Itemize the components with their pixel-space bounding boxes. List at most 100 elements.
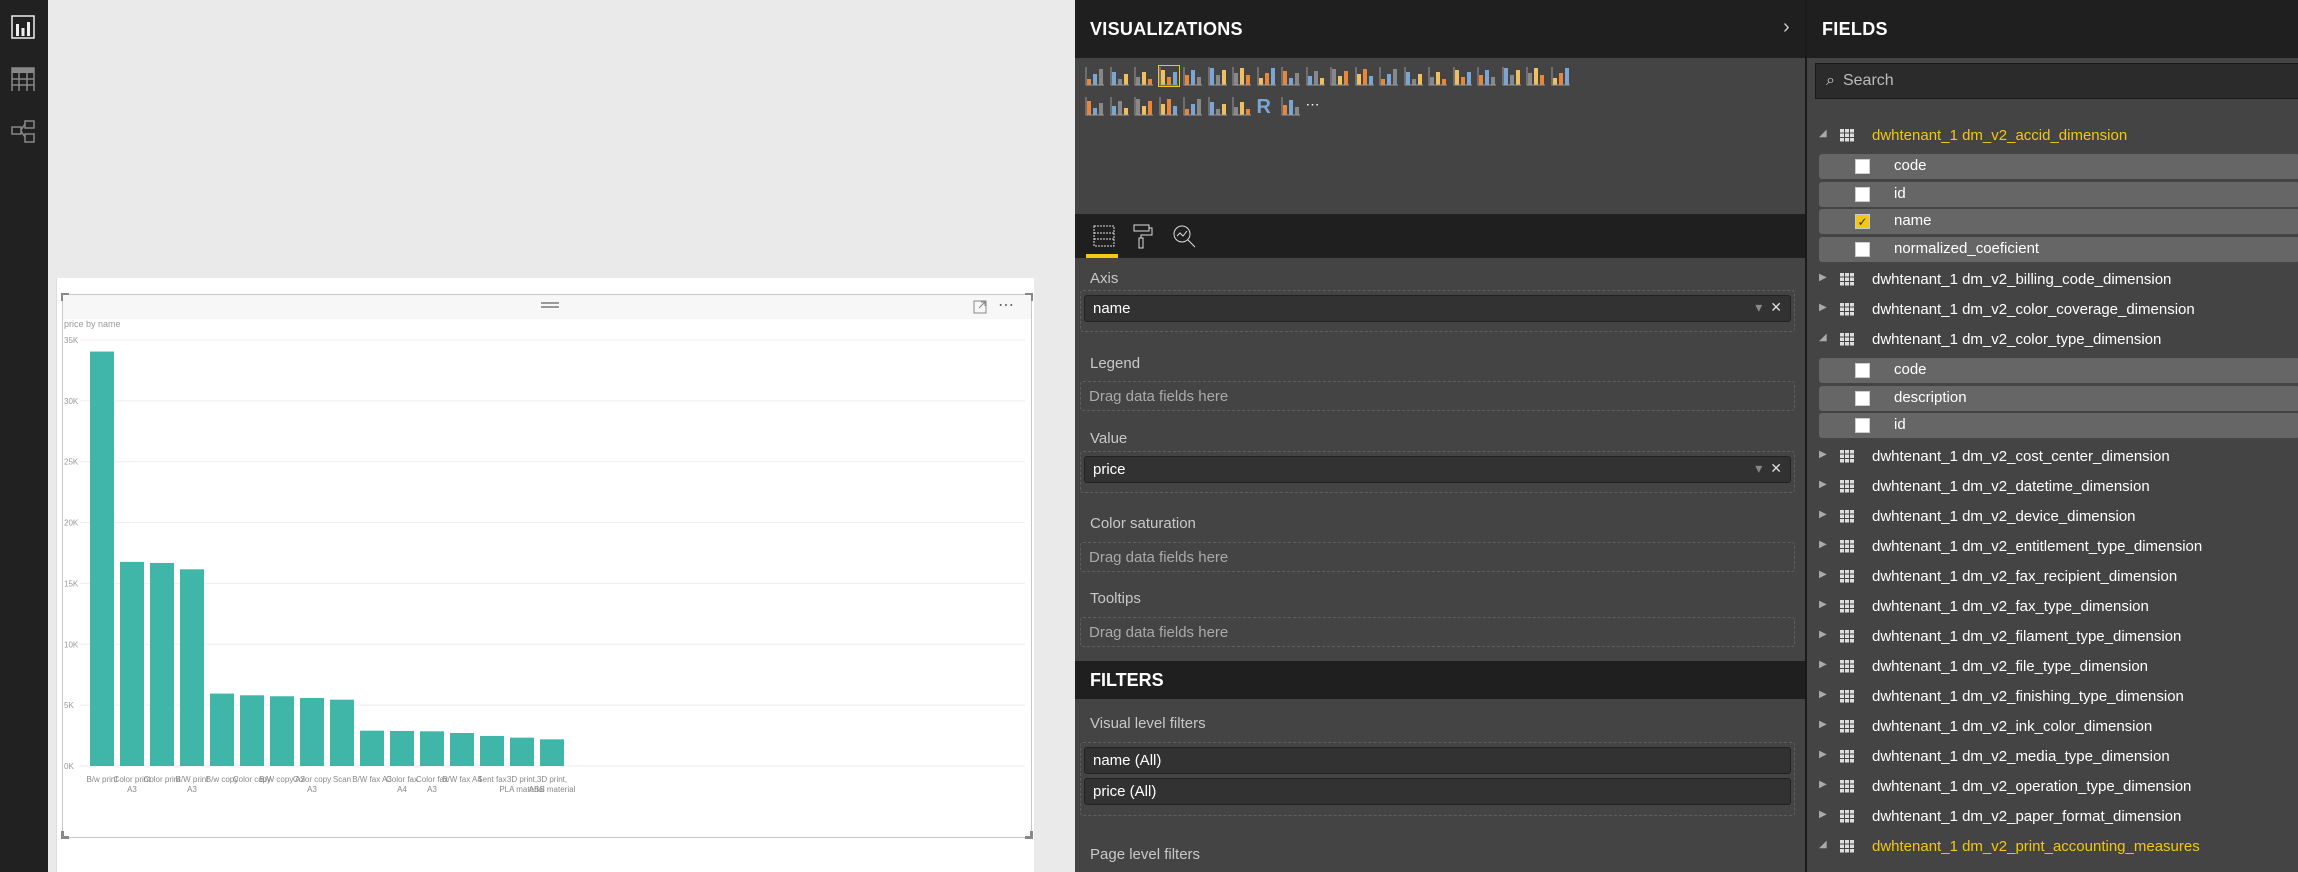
collapsed-triangle-icon[interactable]: ▶: [1819, 659, 1827, 670]
bar[interactable]: [480, 735, 504, 766]
value-field-pill[interactable]: price ▾ ✕: [1084, 456, 1791, 483]
field-checkbox[interactable]: ✓: [1855, 214, 1870, 229]
expanded-triangle-icon[interactable]: ◢: [1819, 128, 1827, 139]
treemap-icon[interactable]: [1477, 66, 1497, 86]
100-stacked-column-icon[interactable]: [1208, 66, 1228, 86]
collapsed-triangle-icon[interactable]: ▶: [1819, 449, 1827, 460]
table-item[interactable]: ▶ dwhtenant_1 dm_v2_billing_code_dimensio…: [1807, 266, 2298, 294]
legend-well[interactable]: Drag data fields here: [1080, 381, 1795, 411]
fields-tab-icon[interactable]: [1090, 222, 1118, 250]
multi-row-card-icon[interactable]: [1134, 96, 1154, 116]
filter-card-price[interactable]: price (All): [1084, 778, 1791, 805]
table-item[interactable]: ▶ dwhtenant_1 dm_v2_file_type_dimension: [1807, 653, 2298, 681]
table-item[interactable]: ▶ dwhtenant_1 dm_v2_entitlement_type_dime…: [1807, 533, 2298, 561]
table-icon[interactable]: [1208, 96, 1228, 116]
bar[interactable]: [150, 562, 174, 766]
bar[interactable]: [210, 693, 234, 766]
line-chart-icon[interactable]: [1232, 66, 1252, 86]
chevron-down-icon[interactable]: ▾: [1755, 299, 1762, 315]
table-item[interactable]: ▶ dwhtenant_1 dm_v2_datetime_dimension: [1807, 473, 2298, 501]
r-visual-icon[interactable]: R: [1257, 96, 1277, 118]
bar[interactable]: [510, 737, 534, 766]
collapsed-triangle-icon[interactable]: ▶: [1819, 689, 1827, 700]
kpi-icon[interactable]: [1159, 96, 1179, 116]
field-item[interactable]: normalized_coeficient: [1819, 236, 2298, 262]
collapsed-triangle-icon[interactable]: ▶: [1819, 509, 1827, 520]
table-item[interactable]: ▶ dwhtenant_1 dm_v2_device_dimension: [1807, 503, 2298, 531]
search-input[interactable]: ⌕ Search: [1815, 63, 2298, 99]
more-options-button[interactable]: ⋯: [998, 295, 1014, 315]
scatter-icon[interactable]: [1404, 66, 1424, 86]
table-item[interactable]: ▶ dwhtenant_1 dm_v2_paper_format_dimensio…: [1807, 803, 2298, 831]
donut-icon[interactable]: [1453, 66, 1473, 86]
table-item[interactable]: ▶ dwhtenant_1 dm_v2_finishing_type_dimens…: [1807, 683, 2298, 711]
bar[interactable]: [90, 351, 114, 766]
collapsed-triangle-icon[interactable]: ▶: [1819, 479, 1827, 490]
color-saturation-well[interactable]: Drag data fields here: [1080, 542, 1795, 572]
data-view-icon[interactable]: [11, 67, 35, 91]
clustered-bar-icon[interactable]: [1134, 66, 1154, 86]
bar[interactable]: [180, 569, 204, 766]
clustered-column-icon[interactable]: [1157, 65, 1180, 87]
table-item[interactable]: ▶ dwhtenant_1 dm_v2_media_type_dimension: [1807, 743, 2298, 771]
map-icon[interactable]: [1502, 66, 1522, 86]
expanded-triangle-icon[interactable]: ◢: [1819, 839, 1827, 850]
collapsed-triangle-icon[interactable]: ▶: [1819, 599, 1827, 610]
expanded-triangle-icon[interactable]: ◢: [1819, 332, 1827, 343]
area-chart-icon[interactable]: [1257, 66, 1277, 86]
field-item[interactable]: description: [1819, 385, 2298, 411]
field-checkbox[interactable]: [1855, 241, 1870, 257]
analytics-tab-icon[interactable]: [1170, 222, 1198, 250]
line-stacked-column-icon[interactable]: [1306, 66, 1326, 86]
ribbon-chart-icon[interactable]: [1355, 66, 1375, 86]
table-item[interactable]: ▶ dwhtenant_1 dm_v2_fax_recipient_dimensi…: [1807, 563, 2298, 591]
format-tab-icon[interactable]: [1130, 222, 1158, 250]
bar[interactable]: [450, 733, 474, 766]
relationships-view-icon[interactable]: [11, 120, 35, 144]
globe-icon[interactable]: [1281, 96, 1301, 116]
bar[interactable]: [330, 699, 354, 766]
field-checkbox[interactable]: [1855, 186, 1870, 202]
collapsed-triangle-icon[interactable]: ▶: [1819, 779, 1827, 790]
chevron-down-icon[interactable]: ▾: [1755, 460, 1762, 476]
table-item[interactable]: ◢ dwhtenant_1 dm_v2_color_type_dimension: [1807, 326, 2298, 354]
remove-icon[interactable]: ✕: [1770, 299, 1782, 315]
focus-mode-icon[interactable]: [973, 300, 987, 314]
remove-icon[interactable]: ✕: [1770, 460, 1782, 476]
field-item[interactable]: code: [1819, 358, 2298, 383]
table-item[interactable]: ▶ dwhtenant_1 dm_v2_filament_type_dimensi…: [1807, 623, 2298, 651]
collapsed-triangle-icon[interactable]: ▶: [1819, 629, 1827, 640]
bar[interactable]: [270, 696, 294, 766]
field-item[interactable]: ✓ name: [1819, 209, 2298, 234]
funnel-icon[interactable]: [1551, 66, 1571, 86]
bar[interactable]: [420, 731, 444, 766]
collapsed-triangle-icon[interactable]: ▶: [1819, 569, 1827, 580]
gauge-icon[interactable]: [1085, 96, 1105, 116]
bar[interactable]: [300, 697, 324, 766]
bar[interactable]: [120, 561, 144, 766]
filter-card-name[interactable]: name (All): [1084, 747, 1791, 774]
collapsed-triangle-icon[interactable]: ▶: [1819, 302, 1827, 313]
line-clustered-column-icon[interactable]: [1330, 66, 1350, 86]
field-checkbox[interactable]: [1855, 363, 1870, 378]
axis-well[interactable]: name ▾ ✕: [1080, 290, 1795, 332]
tooltips-well[interactable]: Drag data fields here: [1080, 617, 1795, 647]
slicer-icon[interactable]: [1183, 96, 1203, 116]
100-stacked-bar-icon[interactable]: [1183, 66, 1203, 86]
table-item[interactable]: ▶ dwhtenant_1 dm_v2_ink_color_dimension: [1807, 713, 2298, 741]
bar[interactable]: [360, 730, 384, 766]
waterfall-icon[interactable]: [1379, 66, 1399, 86]
bar[interactable]: [540, 739, 564, 766]
table-item[interactable]: ▶ dwhtenant_1 dm_v2_fax_type_dimension: [1807, 593, 2298, 621]
field-checkbox[interactable]: [1855, 390, 1870, 406]
pie-icon[interactable]: [1428, 66, 1448, 86]
field-checkbox[interactable]: [1855, 159, 1870, 174]
collapsed-triangle-icon[interactable]: ▶: [1819, 539, 1827, 550]
field-item[interactable]: id: [1819, 413, 2298, 438]
more-visuals-icon[interactable]: ⋯: [1306, 96, 1326, 116]
table-item[interactable]: ▶ dwhtenant_1 dm_v2_color_coverage_dimens…: [1807, 296, 2298, 324]
filled-map-icon[interactable]: [1526, 66, 1546, 86]
field-item[interactable]: id: [1819, 181, 2298, 207]
collapsed-triangle-icon[interactable]: ▶: [1819, 749, 1827, 760]
table-item[interactable]: ▶ dwhtenant_1 dm_v2_cost_center_dimension: [1807, 443, 2298, 471]
